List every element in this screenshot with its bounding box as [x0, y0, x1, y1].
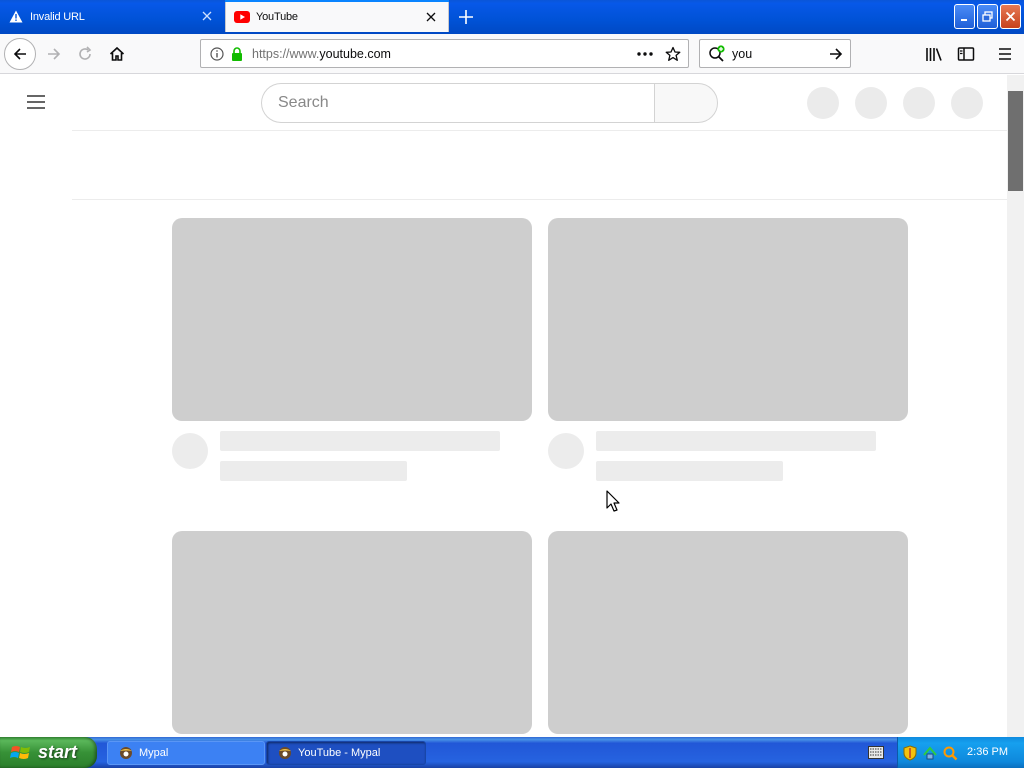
plus-icon: [459, 10, 473, 24]
chip-bar-divider: [72, 199, 1007, 200]
search-input-value[interactable]: you: [732, 47, 752, 61]
restore-icon: [982, 11, 993, 22]
search-engine-icon[interactable]: [707, 44, 727, 63]
close-window-button[interactable]: [1000, 4, 1021, 29]
header-icon-placeholder[interactable]: [807, 87, 839, 119]
minimize-button[interactable]: [954, 4, 975, 29]
start-button[interactable]: start: [0, 737, 97, 768]
network-icon[interactable]: [922, 745, 938, 761]
video-thumbnail-skeleton[interactable]: [172, 531, 532, 734]
security-shield-icon[interactable]: [902, 744, 918, 761]
channel-avatar-skeleton: [172, 433, 208, 469]
close-icon: [1005, 11, 1016, 22]
video-thumbnail-skeleton[interactable]: [548, 531, 908, 734]
taskbar-clock: 2:36 PM: [967, 746, 1008, 758]
search-placeholder: Search: [278, 94, 329, 111]
warning-icon: [8, 9, 24, 25]
youtube-search-button[interactable]: [654, 83, 718, 123]
mypal-icon: [120, 747, 132, 759]
tab-youtube[interactable]: YouTube: [225, 0, 449, 32]
home-button[interactable]: [101, 38, 133, 70]
video-thumbnail-skeleton[interactable]: [172, 218, 532, 421]
hamburger-icon: [999, 48, 1011, 60]
video-meta-skeleton: [220, 461, 407, 481]
forward-button[interactable]: [38, 38, 70, 70]
taskbar-item-youtube-mypal[interactable]: YouTube - Mypal: [266, 741, 426, 765]
taskbar-item-label: YouTube - Mypal: [298, 747, 381, 759]
youtube-search-input[interactable]: Search: [261, 83, 655, 123]
tab-label: YouTube: [256, 11, 298, 23]
page-content: Search: [0, 75, 1024, 737]
search-go-icon[interactable]: [827, 45, 845, 63]
close-tab-icon[interactable]: [200, 9, 214, 23]
close-tab-icon[interactable]: [424, 10, 438, 24]
new-tab-button[interactable]: [454, 5, 478, 29]
sidebar-button[interactable]: [952, 40, 980, 68]
mypal-icon: [279, 747, 291, 759]
scrollbar-thumb[interactable]: [1008, 91, 1023, 191]
start-label: start: [38, 742, 78, 762]
mouse-cursor-icon: [606, 490, 620, 512]
search-tray-icon[interactable]: [942, 745, 958, 761]
header-divider: [72, 130, 1007, 131]
header-icon-placeholder[interactable]: [951, 87, 983, 119]
url-bar[interactable]: https://www.youtube.com: [200, 39, 689, 68]
library-icon: [926, 48, 942, 61]
library-button[interactable]: [920, 40, 948, 68]
header-icon-placeholder[interactable]: [855, 87, 887, 119]
youtube-icon: [234, 9, 250, 25]
taskbar: start Mypal YouTube - Mypal 2:36 PM: [0, 737, 1024, 768]
minimize-icon: [960, 18, 967, 21]
info-icon[interactable]: [209, 46, 225, 62]
page-scrollbar[interactable]: [1007, 75, 1024, 737]
bookmark-star-icon[interactable]: [664, 45, 682, 63]
arrow-right-icon: [48, 48, 61, 60]
tab-strip: Invalid URL YouTube: [0, 0, 1024, 34]
video-meta-skeleton: [596, 461, 783, 481]
system-tray: 2:36 PM: [897, 737, 1024, 768]
video-title-skeleton: [220, 431, 500, 451]
reload-button[interactable]: [69, 38, 101, 70]
search-bar[interactable]: you: [699, 39, 851, 68]
keyboard-icon[interactable]: [868, 746, 884, 759]
home-icon: [109, 46, 125, 61]
lock-icon[interactable]: [230, 46, 244, 62]
navigation-toolbar: https://www.youtube.com you: [0, 34, 1024, 74]
guide-menu-button[interactable]: [24, 90, 48, 114]
reload-icon: [79, 46, 92, 60]
back-button[interactable]: [4, 38, 36, 70]
sidebar-icon: [957, 47, 975, 61]
url-text: https://www.youtube.com: [252, 47, 391, 61]
page-actions-icon[interactable]: [636, 46, 654, 62]
taskbar-item-mypal[interactable]: Mypal: [107, 741, 265, 765]
tab-label: Invalid URL: [30, 10, 85, 23]
video-thumbnail-skeleton[interactable]: [548, 218, 908, 421]
channel-avatar-skeleton: [548, 433, 584, 469]
header-icon-placeholder[interactable]: [903, 87, 935, 119]
url-prefix: https://www.: [252, 46, 320, 61]
hamburger-icon: [27, 95, 45, 109]
arrow-left-icon: [13, 48, 26, 60]
url-host: youtube.com: [319, 46, 391, 61]
app-menu-button[interactable]: [991, 40, 1019, 68]
restore-button[interactable]: [977, 4, 998, 29]
taskbar-item-label: Mypal: [139, 747, 169, 759]
windows-logo-icon: [10, 745, 30, 759]
tab-invalid-url[interactable]: Invalid URL: [0, 1, 224, 32]
video-title-skeleton: [596, 431, 876, 451]
